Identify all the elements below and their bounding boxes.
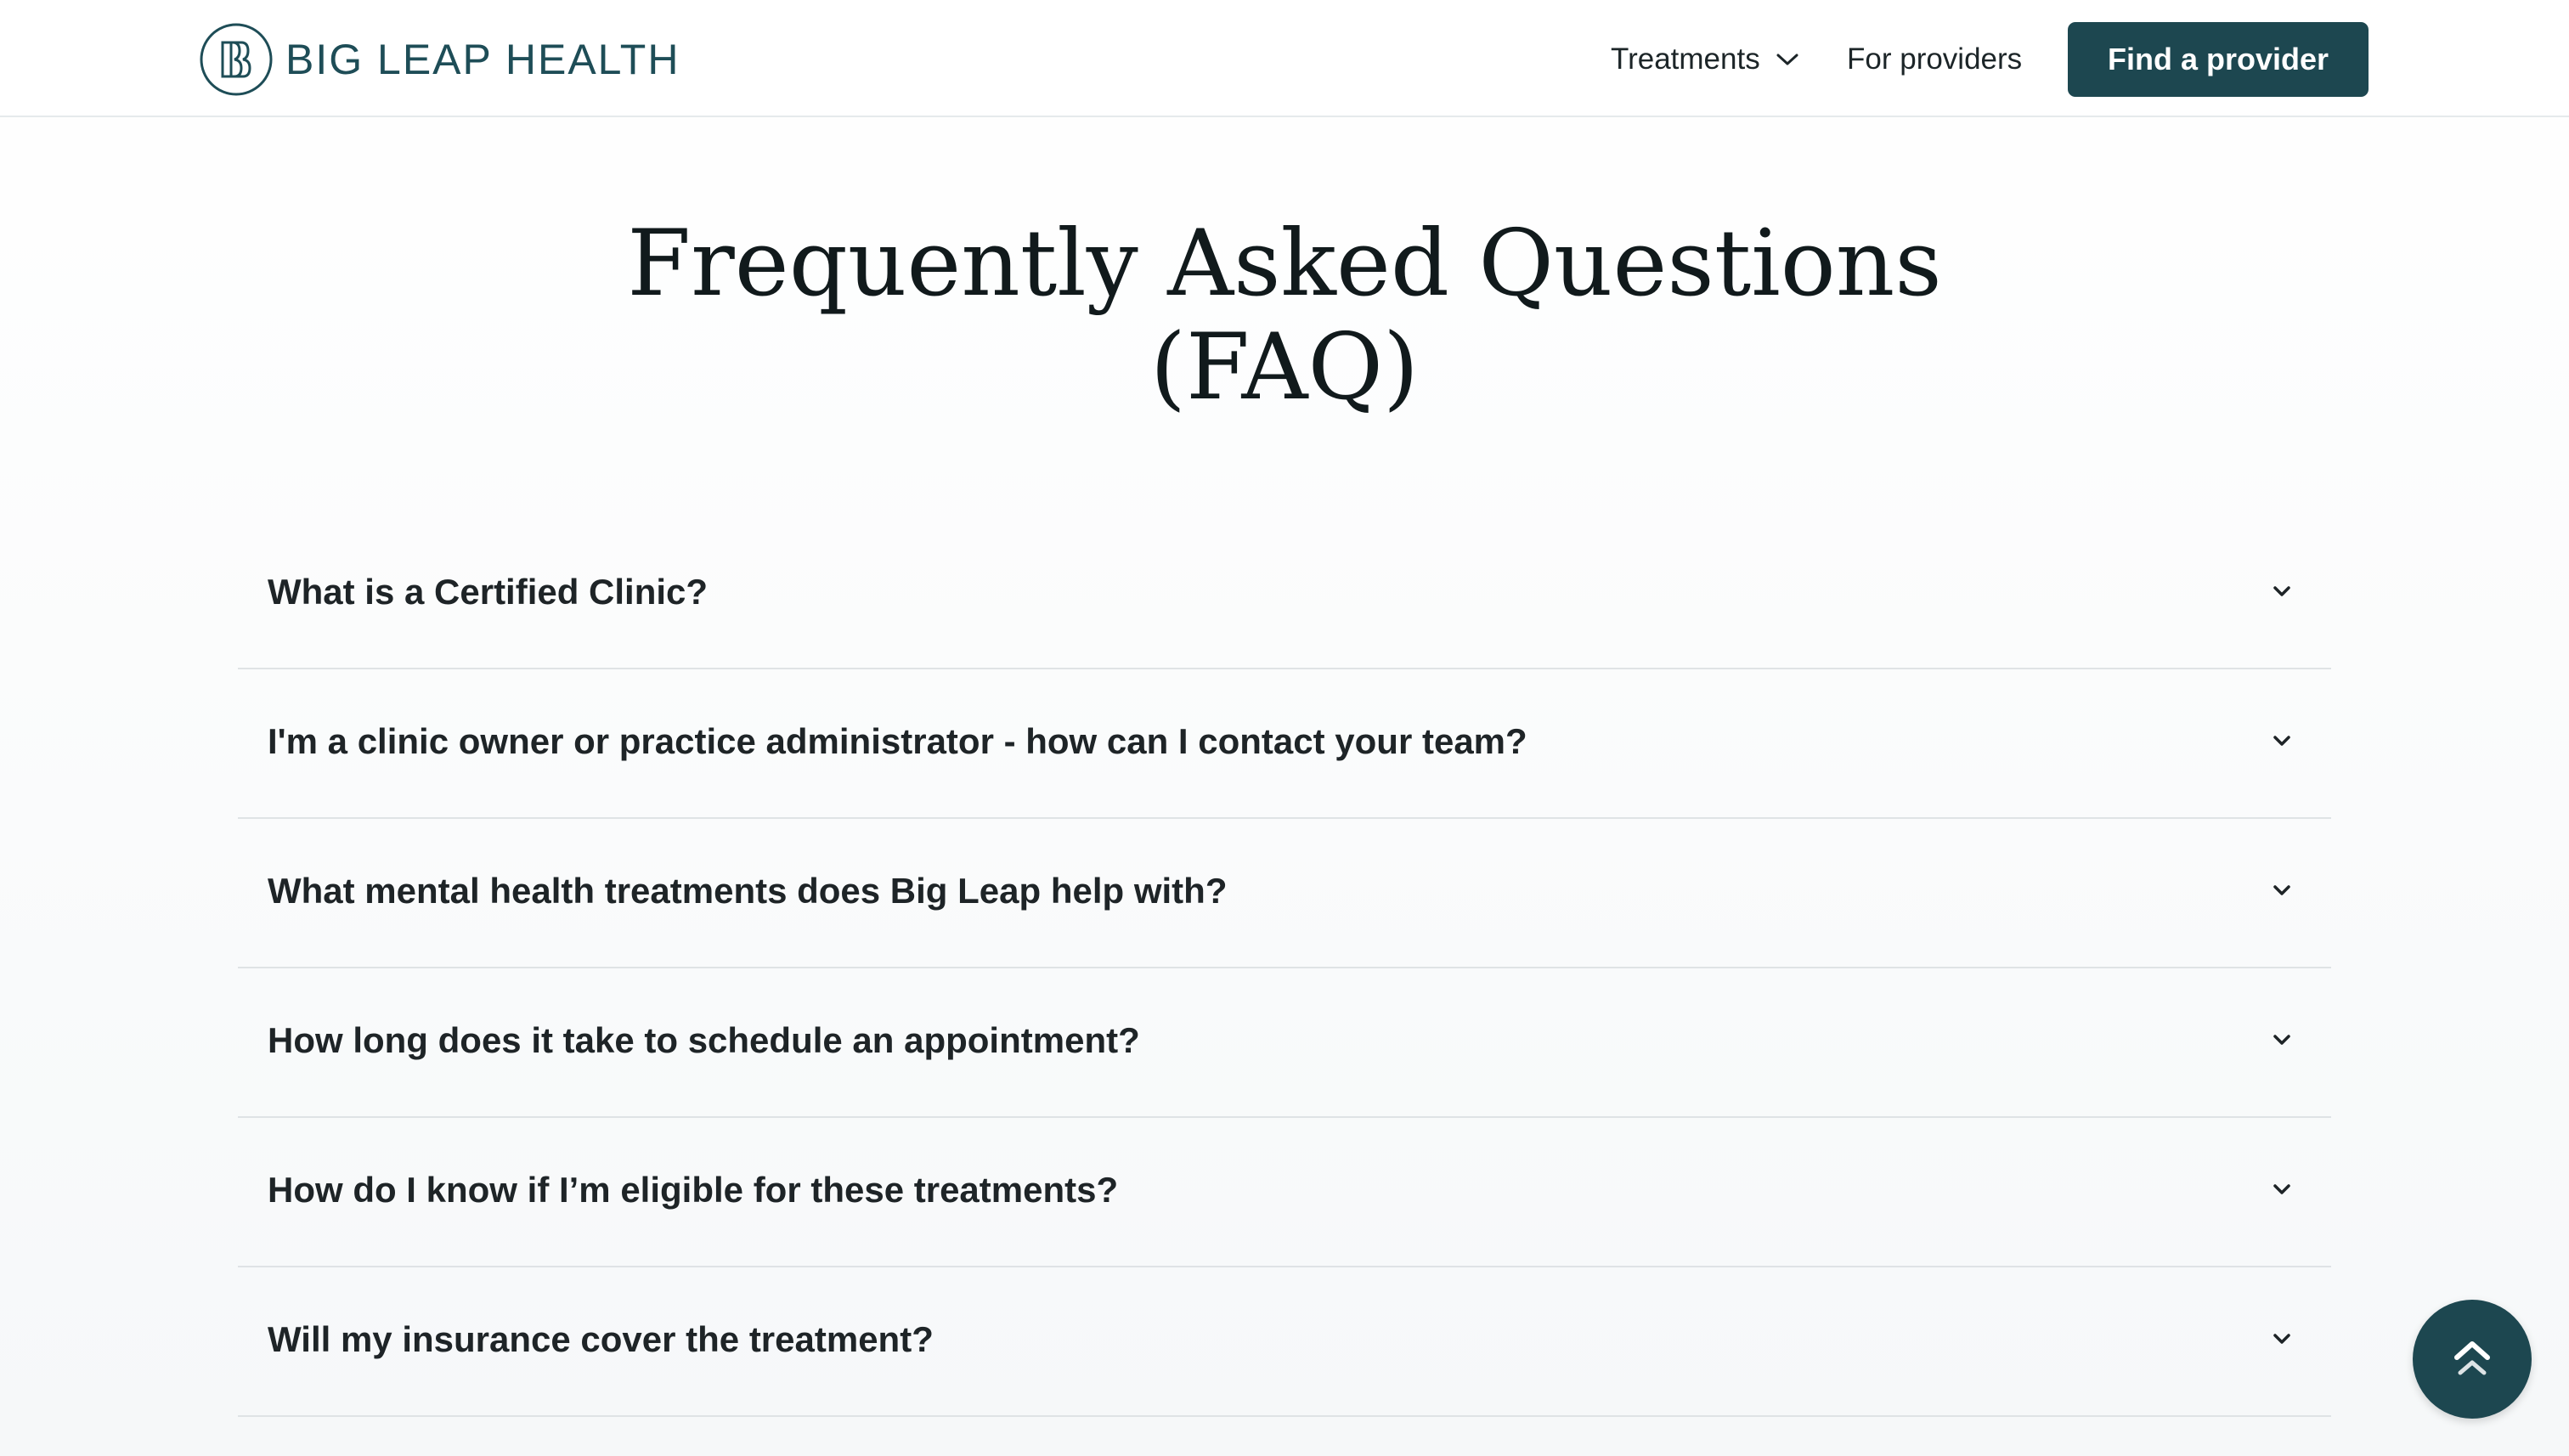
page-title: Frequently Asked Questions (FAQ) [0,212,2569,420]
faq-question: Will my insurance cover the treatment? [268,1319,934,1359]
top-navigation: BIG LEAP HEALTH Treatments For providers… [0,0,2569,117]
brand-name: BIG LEAP HEALTH [285,36,680,83]
chevron-down-icon [2273,736,2290,746]
faq-question: What is a Certified Clinic? [268,572,709,612]
faq-item[interactable]: What is a Certified Clinic? [238,520,2331,669]
find-provider-button[interactable]: Find a provider [2068,22,2369,97]
scroll-to-top-button[interactable] [2413,1300,2532,1419]
faq-question: How do I know if I’m eligible for these … [268,1170,1119,1210]
faq-accordion: What is a Certified Clinic? I'm a clinic… [238,520,2331,1417]
faq-item[interactable]: What mental health treatments does Big L… [238,819,2331,968]
faq-question: What mental health treatments does Big L… [268,871,1228,911]
chevron-down-icon [2273,1184,2290,1194]
chevron-down-icon [2273,1035,2290,1045]
chevron-down-icon [1776,54,1798,65]
faq-item[interactable]: How do I know if I’m eligible for these … [238,1118,2331,1267]
for-providers-link[interactable]: For providers [1847,37,2022,82]
chevron-down-icon [2273,586,2290,596]
chevron-down-icon [2273,885,2290,895]
faq-item[interactable]: How long does it take to schedule an app… [238,968,2331,1118]
faq-question: How long does it take to schedule an app… [268,1020,1140,1060]
faq-item[interactable]: Will my insurance cover the treatment? [238,1267,2331,1417]
faq-item[interactable]: I'm a clinic owner or practice administr… [238,669,2331,819]
title-line-1: Frequently Asked Questions [627,211,1942,317]
treatments-label: Treatments [1611,42,1760,76]
title-line-2: (FAQ) [1149,314,1420,420]
faq-question: I'm a clinic owner or practice administr… [268,721,1527,761]
double-chevron-up-icon [2454,1341,2490,1375]
bl-monogram-icon [200,23,273,96]
treatments-menu[interactable]: Treatments [1611,37,1799,82]
brand-logo[interactable]: BIG LEAP HEALTH [199,20,680,99]
chevron-down-icon [2273,1334,2290,1344]
